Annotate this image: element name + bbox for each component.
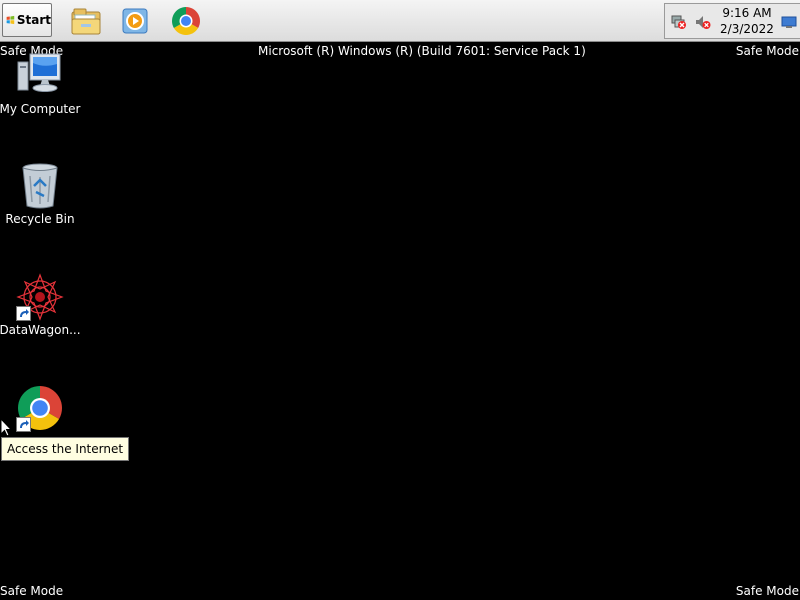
media-player-icon — [122, 8, 148, 34]
desktop-icon-label: DataWagon... — [0, 323, 81, 337]
taskbar: Start 9:16 AM 2/3/2022 — [0, 0, 800, 42]
desktop-icon-datawagon[interactable]: DataWagon... — [0, 273, 82, 337]
desktop-icon-label: My Computer — [0, 102, 81, 116]
safe-mode-bottom-right: Safe Mode — [735, 584, 799, 598]
network-error-icon[interactable] — [671, 14, 687, 30]
desktop-icon-label: Recycle Bin — [5, 212, 75, 226]
system-tray: 9:16 AM 2/3/2022 — [664, 3, 800, 39]
shortcut-arrow-icon — [16, 417, 31, 432]
mouse-cursor-icon — [0, 418, 12, 437]
show-desktop-icon[interactable] — [781, 14, 797, 30]
build-info: Microsoft (R) Windows (R) (Build 7601: S… — [258, 44, 586, 58]
clock-date: 2/3/2022 — [720, 22, 774, 36]
desktop-icon-my-computer[interactable]: My Computer — [0, 52, 82, 116]
safe-mode-bottom-left: Safe Mode — [0, 584, 64, 598]
desktop-icon-chrome[interactable] — [0, 384, 82, 434]
windows-logo-icon — [6, 15, 15, 25]
chrome-icon — [172, 7, 200, 35]
start-label: Start — [16, 13, 51, 27]
desktop-icon-recycle-bin[interactable]: Recycle Bin — [0, 162, 82, 226]
quick-launch-media-player[interactable] — [116, 4, 154, 38]
computer-icon — [17, 53, 61, 92]
volume-muted-icon[interactable] — [695, 14, 711, 30]
safe-mode-top-right: Safe Mode — [735, 44, 799, 58]
recycle-bin-icon — [22, 163, 58, 209]
quick-launch-explorer[interactable] — [67, 4, 105, 38]
shortcut-arrow-icon — [16, 306, 31, 321]
clock-time: 9:16 AM — [722, 6, 772, 20]
start-button[interactable]: Start — [2, 3, 52, 37]
quick-launch-chrome[interactable] — [167, 4, 205, 38]
folder-icon — [71, 8, 101, 35]
clock[interactable]: 9:16 AM 2/3/2022 — [717, 5, 777, 37]
tooltip: Access the Internet — [1, 437, 130, 461]
